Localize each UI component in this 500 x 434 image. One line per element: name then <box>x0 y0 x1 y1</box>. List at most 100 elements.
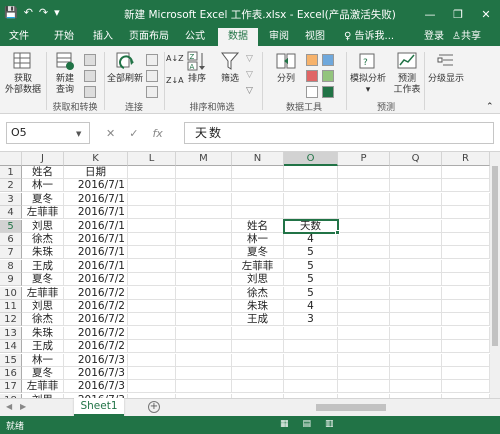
cell-K5[interactable]: 2016/7/1 <box>64 219 128 233</box>
cell-O1[interactable] <box>284 166 338 179</box>
cell-K13[interactable]: 2016/7/2 <box>64 326 128 340</box>
cell-J10[interactable]: 左菲菲 <box>22 286 64 300</box>
tab-5[interactable]: 数据 <box>218 28 258 46</box>
cell-J7[interactable]: 朱珠 <box>22 246 64 260</box>
recent-sources-icon[interactable] <box>84 86 96 98</box>
cell-J3[interactable]: 夏冬 <box>22 192 64 206</box>
cell-R1[interactable] <box>442 166 490 179</box>
cell-J4[interactable]: 左菲菲 <box>22 206 64 220</box>
properties-icon[interactable] <box>146 70 158 82</box>
cell-L14[interactable] <box>128 340 176 354</box>
collapse-ribbon-icon[interactable]: ⌃ <box>486 102 498 114</box>
cell-K6[interactable]: 2016/7/1 <box>64 233 128 246</box>
consolidate-icon[interactable] <box>322 54 334 66</box>
cell-Q10[interactable] <box>390 286 442 300</box>
cell-Q5[interactable] <box>390 219 442 233</box>
cell-R11[interactable] <box>442 300 490 313</box>
cell-K11[interactable]: 2016/7/2 <box>64 300 128 313</box>
cell-N11[interactable]: 朱珠 <box>232 300 284 313</box>
page-layout-view-icon[interactable]: ▤ <box>303 419 312 429</box>
row-header-6[interactable]: 6 <box>0 233 22 246</box>
row-header-11[interactable]: 11 <box>0 300 22 313</box>
column-header-N[interactable]: N <box>232 152 284 166</box>
cell-O17[interactable] <box>284 380 338 394</box>
cell-M5[interactable] <box>176 219 232 233</box>
cell-M16[interactable] <box>176 367 232 380</box>
cell-N2[interactable] <box>232 179 284 193</box>
horizontal-scroll-thumb[interactable] <box>316 404 386 411</box>
cell-K8[interactable]: 2016/7/1 <box>64 259 128 273</box>
cell-O9[interactable]: 5 <box>284 273 338 287</box>
cell-N1[interactable] <box>232 166 284 179</box>
cell-M15[interactable] <box>176 353 232 367</box>
new-query-button[interactable]: 新建 查询 <box>50 50 80 96</box>
cell-J5[interactable]: 刘思 <box>22 219 64 233</box>
cell-L4[interactable] <box>128 206 176 220</box>
cell-R14[interactable] <box>442 340 490 354</box>
cell-N6[interactable]: 林一 <box>232 233 284 246</box>
close-button[interactable]: ✕ <box>472 0 500 28</box>
cell-N8[interactable]: 左菲菲 <box>232 259 284 273</box>
manage-data-model-icon[interactable] <box>322 86 334 98</box>
cell-R16[interactable] <box>442 367 490 380</box>
cell-J17[interactable]: 左菲菲 <box>22 380 64 394</box>
outline-button[interactable]: 分级显示 <box>426 50 466 85</box>
cell-N15[interactable] <box>232 353 284 367</box>
cell-K16[interactable]: 2016/7/3 <box>64 367 128 380</box>
cell-P5[interactable] <box>338 219 390 233</box>
cell-R12[interactable] <box>442 313 490 327</box>
refresh-all-button[interactable]: 全部刷新 <box>106 50 144 85</box>
cell-N9[interactable]: 刘思 <box>232 273 284 287</box>
tab-0[interactable]: 文件 <box>4 28 34 46</box>
cell-J2[interactable]: 林一 <box>22 179 64 193</box>
cell-O4[interactable] <box>284 206 338 220</box>
cell-P15[interactable] <box>338 353 390 367</box>
row-header-5[interactable]: 5 <box>0 219 22 233</box>
cell-Q9[interactable] <box>390 273 442 287</box>
normal-view-icon[interactable]: ▦ <box>280 419 289 429</box>
page-break-view-icon[interactable]: ▥ <box>325 419 334 429</box>
minimize-button[interactable]: — <box>416 0 444 28</box>
cell-Q17[interactable] <box>390 380 442 394</box>
cell-L6[interactable] <box>128 233 176 246</box>
column-header-J[interactable]: J <box>22 152 64 166</box>
cell-Q1[interactable] <box>390 166 442 179</box>
cell-Q7[interactable] <box>390 246 442 260</box>
next-sheet-icon[interactable]: ▶ <box>20 402 26 411</box>
cell-J16[interactable]: 夏冬 <box>22 367 64 380</box>
cell-R2[interactable] <box>442 179 490 193</box>
cell-L2[interactable] <box>128 179 176 193</box>
cell-N7[interactable]: 夏冬 <box>232 246 284 260</box>
row-header-1[interactable]: 1 <box>0 166 22 179</box>
cell-L7[interactable] <box>128 246 176 260</box>
row-header-14[interactable]: 14 <box>0 340 22 354</box>
cell-R5[interactable] <box>442 219 490 233</box>
prev-sheet-icon[interactable]: ◀ <box>6 402 12 411</box>
cell-M6[interactable] <box>176 233 232 246</box>
data-validation-icon[interactable] <box>306 86 318 98</box>
cell-M9[interactable] <box>176 273 232 287</box>
cell-N5[interactable]: 姓名 <box>232 219 284 233</box>
share-button[interactable]: ♙共享 <box>452 28 481 46</box>
connections-icon[interactable] <box>146 54 158 66</box>
from-table-icon[interactable] <box>84 70 96 82</box>
cell-P16[interactable] <box>338 367 390 380</box>
cancel-icon[interactable]: ✕ <box>106 127 115 140</box>
row-header-17[interactable]: 17 <box>0 380 22 394</box>
get-external-data-button[interactable]: 获取 外部数据 <box>2 50 44 96</box>
cell-L11[interactable] <box>128 300 176 313</box>
tab-2[interactable]: 插入 <box>88 28 118 46</box>
row-header-13[interactable]: 13 <box>0 326 22 340</box>
cell-R17[interactable] <box>442 380 490 394</box>
cell-O7[interactable]: 5 <box>284 246 338 260</box>
cell-R13[interactable] <box>442 326 490 340</box>
cell-O10[interactable]: 5 <box>284 286 338 300</box>
cell-L5[interactable] <box>128 219 176 233</box>
select-all-corner[interactable] <box>0 152 22 166</box>
cell-J11[interactable]: 刘思 <box>22 300 64 313</box>
login-link[interactable]: 登录 <box>424 28 444 46</box>
cell-P4[interactable] <box>338 206 390 220</box>
show-queries-icon[interactable] <box>84 54 96 66</box>
name-box-dropdown-icon[interactable]: ▼ <box>76 130 81 138</box>
row-header-16[interactable]: 16 <box>0 367 22 380</box>
